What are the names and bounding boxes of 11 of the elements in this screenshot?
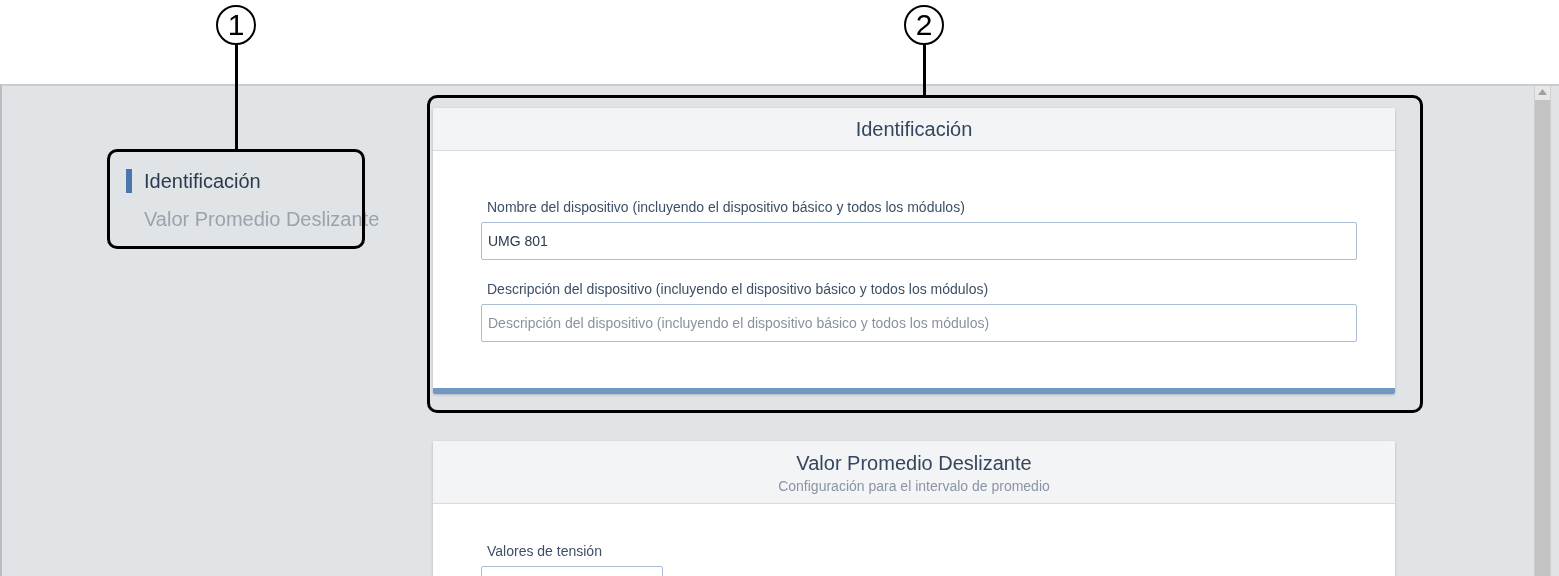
field-label: Valores de tensión xyxy=(486,542,603,560)
field-label: Nombre del dispositivo (incluyendo el dispositivo básico y todos los módulos) xyxy=(486,198,966,216)
field-label: Descripción del dispositivo (incluyendo el dispositivo básico y todos los módulos) xyxy=(486,280,990,298)
card-title: Valor Promedio Deslizante xyxy=(796,451,1032,476)
scroll-up-icon[interactable] xyxy=(1538,89,1547,95)
card-subtitle: Configuración para el intervalo de promedio xyxy=(778,477,1050,496)
input-field[interactable]: UMG 801 xyxy=(481,222,1357,260)
scrollbar[interactable] xyxy=(1534,86,1551,576)
input-field[interactable]: Descripción del dispositivo (incluyendo el dispositivo básico y todos los módulos) xyxy=(481,304,1357,342)
card-title: Identificación xyxy=(855,117,973,142)
leader-line xyxy=(923,45,926,95)
